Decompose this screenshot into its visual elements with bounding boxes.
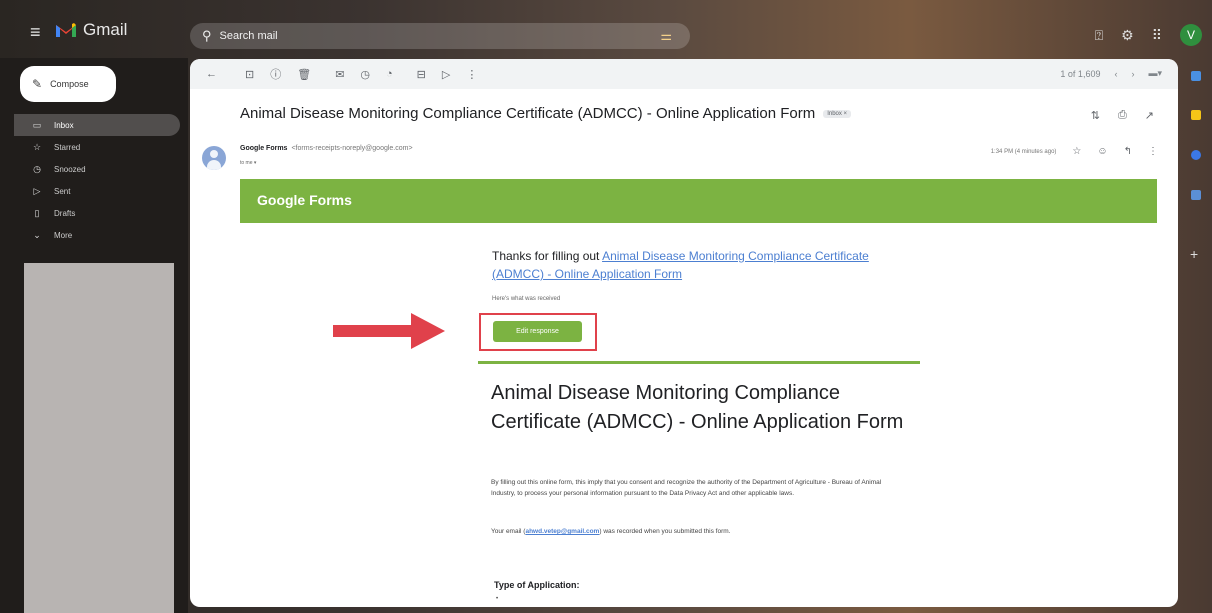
newer-chevron-icon[interactable]: ‹: [1114, 69, 1117, 79]
pagination-count: 1 of 1,609: [1060, 68, 1101, 79]
sender-avatar: [202, 146, 226, 170]
search-input[interactable]: [217, 29, 522, 43]
email-note-prefix: Your email (: [491, 528, 526, 535]
subject-text: Animal Disease Monitoring Compliance Cer…: [240, 105, 816, 122]
search-options-icon[interactable]: ⚌: [660, 28, 672, 44]
search-icon[interactable]: ⚲: [202, 28, 212, 44]
form-divider: [478, 361, 920, 364]
redacted-area: [24, 263, 174, 613]
keyboard-input-icon[interactable]: ▬▾: [1148, 68, 1162, 79]
sender-line: Google Forms <forms-receipts-noreply@goog…: [240, 145, 413, 152]
compose-label: Compose: [50, 79, 89, 89]
gmail-logo[interactable]: Gmail: [55, 20, 127, 40]
google-forms-brand: Google Forms: [257, 192, 352, 208]
pencil-icon: ✎: [32, 77, 43, 91]
form-title: Animal Disease Monitoring Compliance Cer…: [491, 382, 904, 433]
sidebar-item-drafts[interactable]: ▯ Drafts: [14, 202, 180, 224]
sidebar-item-label: Inbox: [54, 120, 74, 130]
message-meta: 1:34 PM (4 minutes ago) ☆ ☺ ↰ ⋮: [991, 146, 1158, 157]
collapse-icon[interactable]: ⇅: [1091, 109, 1100, 122]
inbox-label-badge[interactable]: Inbox ×: [823, 110, 852, 119]
apps-grid-icon[interactable]: ⠿: [1152, 27, 1162, 44]
pagination: 1 of 1,609 ‹ › ▬▾: [1060, 68, 1162, 79]
draft-icon: ▯: [34, 207, 40, 218]
question-label: Type of Application:: [494, 580, 580, 590]
sidebar-item-label: Sent: [54, 186, 71, 196]
main-menu-icon[interactable]: ≡: [30, 22, 41, 43]
search-bar[interactable]: ⚲ ⚌: [190, 23, 690, 49]
sidebar-item-snoozed[interactable]: ◷ Snoozed: [14, 158, 180, 180]
sender-email: <forms-receipts-noreply@google.com>: [291, 145, 413, 152]
thanks-prefix: Thanks for filling out: [492, 249, 603, 263]
move-to-icon[interactable]: ⊟: [417, 68, 426, 81]
recorded-email-link[interactable]: ahwd.vetep@gmail.com: [525, 528, 599, 535]
gmail-m-icon: [55, 22, 77, 38]
thanks-message: Thanks for filling out Animal Disease Mo…: [492, 247, 922, 283]
sidebar-item-label: More: [54, 230, 73, 240]
print-icon[interactable]: ⎙: [1118, 109, 1127, 122]
form-description: By filling out this online form, this im…: [491, 479, 882, 497]
tasks-icon[interactable]: [1191, 150, 1201, 160]
contacts-icon[interactable]: [1191, 190, 1201, 200]
sidebar-item-inbox[interactable]: ▭ Inbox: [14, 114, 180, 136]
red-arrow-annotation: [333, 313, 445, 349]
more-vert-icon[interactable]: ⋮: [1148, 146, 1158, 157]
archive-icon[interactable]: ⊡: [245, 68, 254, 81]
sidebar-item-starred[interactable]: ☆ Starred: [14, 136, 180, 158]
side-panel-rail: +: [1180, 58, 1212, 613]
star-icon[interactable]: ☆: [1072, 146, 1081, 157]
snooze-icon[interactable]: ◷: [360, 68, 370, 81]
send-icon: ▷: [33, 185, 41, 196]
help-icon[interactable]: ⍰: [1095, 27, 1103, 44]
report-spam-icon[interactable]: ⓘ: [270, 66, 281, 82]
account-avatar[interactable]: V: [1180, 24, 1202, 46]
question-answer: •: [496, 596, 499, 602]
email-note-suffix: ) was recorded when you submitted this f…: [599, 528, 731, 535]
message-time: 1:34 PM (4 minutes ago): [990, 148, 1057, 155]
recorded-email-note: Your email (ahwd.vetep@gmail.com) was re…: [491, 528, 911, 535]
sidebar: ✎ Compose ▭ Inbox ☆ Starred ◷ Snoozed ▷ …: [0, 58, 188, 613]
inbox-icon: ▭: [32, 119, 42, 130]
reply-icon[interactable]: ↰: [1124, 146, 1132, 157]
folder-nav: ▭ Inbox ☆ Starred ◷ Snoozed ▷ Sent ▯ Dra…: [14, 114, 180, 246]
emoji-react-icon[interactable]: ☺: [1097, 146, 1107, 157]
sidebar-item-label: Snoozed: [54, 164, 86, 174]
keep-icon[interactable]: [1191, 110, 1201, 120]
more-options-icon[interactable]: ⋮: [466, 68, 477, 81]
received-text: Here's what was received: [492, 296, 561, 302]
older-chevron-icon[interactable]: ›: [1131, 69, 1134, 79]
compose-button[interactable]: ✎ Compose: [20, 66, 116, 102]
open-new-window-icon[interactable]: ↗: [1145, 109, 1154, 122]
sidebar-item-label: Drafts: [54, 208, 76, 218]
email-toolbar: ← ⊡ ⓘ 🗑 ✉ ◷ ◔ ⊟ ▷ ⋮ 1 of 1,609 ‹ › ▬▾: [190, 59, 1178, 89]
delete-icon[interactable]: 🗑: [297, 68, 311, 81]
sidebar-item-sent[interactable]: ▷ Sent: [14, 180, 180, 202]
mark-unread-icon[interactable]: ✉: [335, 68, 344, 81]
edit-response-button[interactable]: Edit response: [493, 321, 582, 342]
clock-icon: ◷: [33, 163, 41, 174]
label-icon[interactable]: ▷: [442, 68, 450, 81]
recipient-dropdown[interactable]: to me ▾: [240, 160, 256, 166]
calendar-icon[interactable]: [1191, 71, 1201, 81]
settings-gear-icon[interactable]: ⚙: [1121, 27, 1134, 44]
top-right-icons: ⍰ ⚙ ⠿ V: [1095, 24, 1202, 46]
google-forms-header: Google Forms: [240, 179, 1157, 223]
sender-name[interactable]: Google Forms: [240, 145, 287, 152]
add-task-icon[interactable]: ◔: [386, 68, 393, 80]
app-name: Gmail: [83, 20, 128, 39]
email-subject: Animal Disease Monitoring Compliance Cer…: [240, 105, 852, 122]
sidebar-item-label: Starred: [54, 142, 81, 152]
sidebar-item-more[interactable]: ⌄ More: [14, 224, 180, 246]
top-bar: ≡ Gmail ⚲ ⚌ ⍰ ⚙ ⠿ V: [0, 0, 1212, 58]
email-panel: ← ⊡ ⓘ 🗑 ✉ ◷ ◔ ⊟ ▷ ⋮ 1 of 1,609 ‹ › ▬▾ An…: [190, 59, 1178, 607]
subject-actions: ⇅ ⎙ ↗: [1091, 109, 1154, 122]
back-arrow-icon[interactable]: ←: [206, 68, 217, 80]
star-icon: ☆: [32, 141, 42, 152]
chevron-down-icon: ⌄: [33, 229, 41, 240]
add-addon-icon[interactable]: +: [1190, 246, 1198, 262]
